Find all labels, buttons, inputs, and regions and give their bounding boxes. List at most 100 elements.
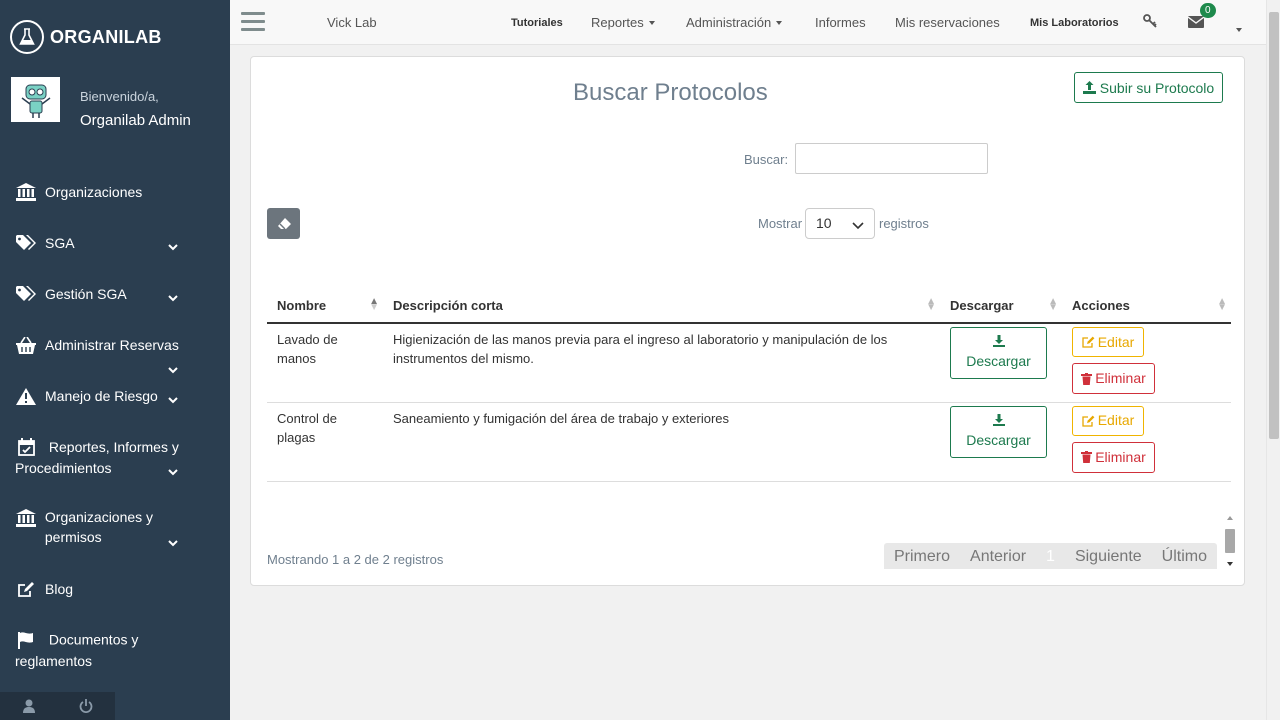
- page-size-select[interactable]: 10: [805, 208, 875, 239]
- edit-button[interactable]: Editar: [1072, 327, 1144, 357]
- envelope-icon[interactable]: [1187, 15, 1205, 33]
- key-icon[interactable]: [1143, 14, 1157, 33]
- upload-label: Subir su Protocolo: [1099, 79, 1215, 96]
- chevron-down-icon: [852, 217, 864, 233]
- delete-button[interactable]: Eliminar: [1072, 363, 1155, 394]
- warning-icon: [15, 385, 37, 407]
- chevron-down-icon: [168, 534, 178, 550]
- upload-protocol-button[interactable]: Subir su Protocolo: [1074, 72, 1223, 103]
- nav-reportes[interactable]: Reportes: [591, 15, 655, 30]
- sidebar-item-blog[interactable]: Blog: [0, 578, 230, 600]
- flag-icon: [15, 629, 37, 651]
- column-header-descripcion[interactable]: Descripción corta ▲ ▼: [383, 289, 940, 324]
- edit-icon: [1082, 415, 1095, 427]
- sidebar-item-gestion-sga[interactable]: Gestión SGA: [0, 283, 230, 305]
- page-size-value: 10: [816, 215, 832, 231]
- bank-icon: [15, 181, 37, 203]
- edit-label: Editar: [1097, 333, 1135, 350]
- welcome-text: Bienvenido/a,: [80, 89, 159, 104]
- pager-prev[interactable]: Anterior: [960, 543, 1036, 569]
- edit-button[interactable]: Editar: [1072, 405, 1144, 436]
- tags-icon: [15, 232, 37, 254]
- sidebar-item-label: Blog: [45, 581, 74, 597]
- user-menu-caret[interactable]: [1231, 21, 1242, 39]
- lab-name[interactable]: Vick Lab: [327, 15, 377, 30]
- chevron-down-icon: [168, 238, 178, 254]
- sort-icon: ▲ ▼: [1048, 296, 1058, 313]
- sidebar-item-label: Reportes, Informes y Procedimientos: [15, 439, 179, 476]
- nav-tutoriales[interactable]: Tutoriales: [511, 17, 563, 29]
- cell-name: Lavado de manos: [267, 323, 383, 403]
- edit-label: Editar: [1097, 412, 1135, 428]
- nav-informes[interactable]: Informes: [815, 15, 866, 30]
- download-label: Descargar: [966, 431, 1031, 448]
- chevron-down-icon: [168, 361, 178, 377]
- sidebar-item-label: Manejo de Riesgo: [45, 388, 158, 404]
- edit-icon: [15, 578, 37, 600]
- sort-icon: ▲ ▼: [926, 296, 936, 313]
- nav-reservaciones[interactable]: Mis reservaciones: [895, 15, 1000, 30]
- sidebar-item-reservas[interactable]: Administrar Reservas: [0, 334, 230, 374]
- chevron-down-icon: [168, 463, 178, 479]
- cell-description: Saneamiento y fumigación del área de tra…: [383, 402, 940, 482]
- sidebar-item-documentos[interactable]: Documentos y reglamentos: [0, 629, 230, 671]
- clear-filters-button[interactable]: [267, 208, 300, 239]
- sort-icon: ▲ ▼: [369, 296, 379, 313]
- sort-icon: ▲ ▼: [1217, 296, 1227, 313]
- cell-description: Higienización de las manos previa para e…: [383, 323, 940, 403]
- show-label: Mostrar: [758, 216, 803, 231]
- sidebar-item-label: SGA: [45, 235, 75, 251]
- chevron-down-icon: [168, 391, 178, 407]
- nav-administracion[interactable]: Administración: [686, 15, 783, 30]
- edit-icon: [1082, 336, 1095, 348]
- column-header-descargar[interactable]: Descargar ▲ ▼: [940, 289, 1062, 324]
- calendar-check-icon: [15, 436, 37, 458]
- bank-icon: [15, 507, 37, 529]
- sidebar-item-organizaciones-permisos[interactable]: Organizaciones y permisos: [0, 507, 230, 547]
- pager-current[interactable]: 1: [1036, 543, 1065, 569]
- messages-badge: 0: [1200, 3, 1216, 18]
- protocols-table: Nombre ▲ ▼ Descripción corta ▲ ▼ Descargar ▲ ▼…: [267, 289, 1231, 482]
- scrollbar-thumb[interactable]: [1269, 12, 1279, 439]
- pager-last[interactable]: Último: [1152, 543, 1217, 569]
- column-header-acciones[interactable]: Acciones ▲ ▼: [1062, 289, 1231, 324]
- user-icon[interactable]: [0, 692, 58, 720]
- chevron-down-icon: [168, 289, 178, 305]
- trash-icon: [1081, 372, 1093, 385]
- records-label: registros: [879, 216, 929, 231]
- avatar: [11, 77, 60, 122]
- download-icon: [992, 335, 1005, 347]
- pager-next[interactable]: Siguiente: [1065, 543, 1152, 569]
- pager-first[interactable]: Primero: [884, 543, 960, 569]
- download-button[interactable]: Descargar: [950, 405, 1047, 458]
- user-panel: Bienvenido/a, Organilab Admin: [11, 77, 191, 129]
- sidebar-item-label: Gestión SGA: [45, 286, 127, 302]
- sidebar-item-sga[interactable]: SGA: [0, 232, 230, 254]
- hamburger-icon[interactable]: [241, 12, 265, 37]
- download-label: Descargar: [966, 353, 1031, 369]
- table-row: Lavado de manos Higienización de las man…: [267, 323, 1231, 403]
- sidebar-item-label: Organizaciones: [45, 184, 143, 200]
- sidebar-item-organizaciones[interactable]: Organizaciones: [0, 181, 230, 203]
- search-input[interactable]: [795, 143, 988, 174]
- sidebar-item-label: Administrar Reservas: [45, 337, 179, 353]
- nav-laboratorios[interactable]: Mis Laboratorios: [1030, 17, 1119, 29]
- search-label: Buscar:: [744, 152, 789, 167]
- trash-icon: [1081, 451, 1093, 463]
- protocols-panel: Buscar Protocolos Subir su Protocolo Bus…: [250, 56, 1245, 586]
- download-button[interactable]: Descargar: [950, 327, 1047, 379]
- column-header-nombre[interactable]: Nombre ▲ ▼: [267, 289, 383, 324]
- delete-label: Eliminar: [1095, 370, 1146, 386]
- power-icon[interactable]: [58, 692, 116, 720]
- brand[interactable]: ORGANILAB: [10, 20, 162, 54]
- pagination: Primero Anterior 1 Siguiente Último: [884, 543, 1218, 569]
- sidebar-item-riesgo[interactable]: Manejo de Riesgo: [0, 385, 230, 407]
- delete-button[interactable]: Eliminar: [1072, 441, 1155, 473]
- table-scrollbar[interactable]: [1223, 513, 1237, 569]
- flask-icon: [10, 20, 44, 54]
- eraser-icon: [277, 217, 291, 230]
- page-scrollbar[interactable]: [1266, 0, 1280, 720]
- sidebar-item-reportes[interactable]: Reportes, Informes y Procedimientos: [0, 436, 230, 478]
- basket-icon: [15, 334, 37, 356]
- delete-label: Eliminar: [1095, 448, 1146, 465]
